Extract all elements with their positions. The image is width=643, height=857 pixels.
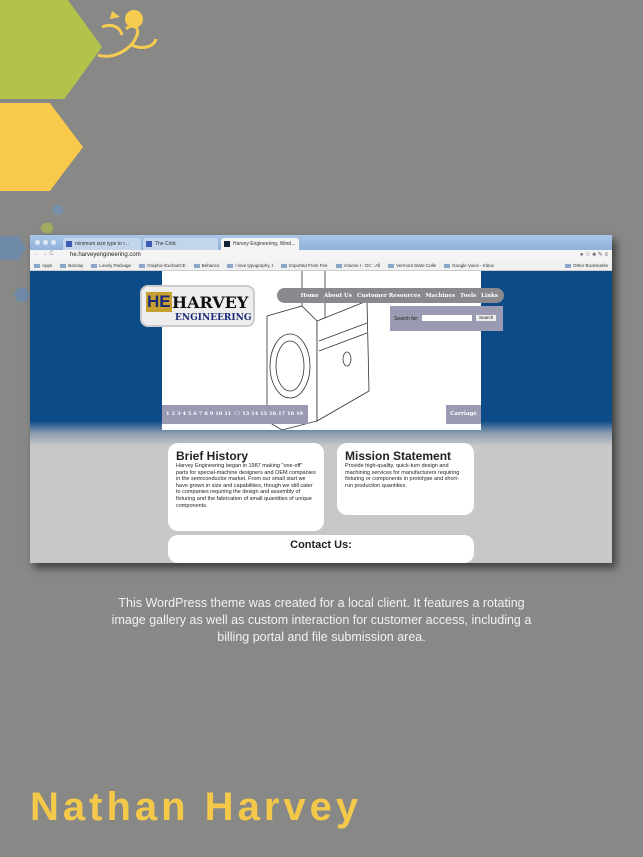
browser-tab[interactable]: minimum size type to r... [63, 238, 141, 250]
search-box: Search for: Search [390, 306, 503, 331]
search-button[interactable]: Search [476, 315, 497, 321]
search-input[interactable] [422, 315, 472, 321]
browser-tab-active[interactable]: Harvey Engineering, Wind... [221, 238, 299, 250]
address-bar[interactable]: ← → C he.harveyengineering.com ● ☆ ♣ ✎ ≡ [30, 250, 612, 261]
bookmark[interactable]: Google Voice - Inbox [444, 263, 494, 268]
gallery-page-link[interactable]: 2 [171, 411, 174, 418]
tab-bar: minimum size type to r... The Critic Har… [30, 235, 612, 250]
bookmark[interactable]: Other Bookmarks [565, 263, 608, 268]
nav-arrows-icon[interactable]: ← → C [34, 251, 54, 257]
main-nav: Home About Us Customer Resources Machine… [277, 288, 504, 303]
gallery-page-link[interactable]: 17 [278, 411, 285, 418]
browser-tab[interactable]: The Critic [143, 238, 218, 250]
nav-about[interactable]: About Us [324, 293, 352, 299]
bookmark[interactable]: Volume I - DC : All [336, 263, 381, 268]
gallery-page-link[interactable]: 7 [199, 411, 202, 418]
green-hexagon [0, 0, 102, 99]
bookmark[interactable]: Graphic-ExchanCE [139, 263, 186, 268]
flourish-ornament [97, 10, 158, 58]
gallery-page-link[interactable]: 10 [215, 411, 222, 418]
contact-card: Contact Us: [168, 535, 474, 563]
gallery-page-link[interactable]: 16 [269, 411, 276, 418]
gallery-page-link[interactable]: 12 [233, 411, 240, 418]
bookmark[interactable]: Lovely Package [91, 263, 131, 268]
bookmark[interactable]: I love typography, t [227, 263, 273, 268]
gallery-page-link[interactable]: 18 [287, 411, 294, 418]
small-hexagon [40, 223, 54, 233]
gallery-page-link[interactable]: 5 [188, 411, 191, 418]
gallery-page-link[interactable]: 6 [193, 411, 196, 418]
brief-history-card: Brief History Harvey Engineering began in… [168, 443, 324, 531]
gallery-page-link[interactable]: 4 [182, 411, 185, 418]
bookmark[interactable]: Barclay [60, 263, 83, 268]
nav-machines[interactable]: Machines [425, 293, 455, 299]
nav-customer-resources[interactable]: Customer Resources [357, 293, 421, 299]
gallery-page-link[interactable]: 11 [224, 411, 231, 418]
description: This WordPress theme was created for a l… [111, 596, 532, 644]
small-hexagon [14, 288, 30, 302]
nav-home[interactable]: Home [301, 293, 319, 299]
author-name: Nathan Harvey [30, 785, 363, 829]
url-text[interactable]: he.harveyengineering.com [70, 252, 141, 258]
gallery-page-link[interactable]: 15 [260, 411, 267, 418]
bookmark[interactable]: Imported From Fire [281, 263, 328, 268]
bookmarks-bar: Apps Barclay Lovely Package Graphic-Exch… [30, 261, 612, 271]
bookmark[interactable]: Behance [194, 263, 220, 268]
gallery-page-link[interactable]: 19 [296, 411, 303, 418]
small-hexagon [0, 236, 26, 260]
website: HE HARVEY ENGINEERING Home About Us Cust… [30, 271, 612, 563]
bookmark[interactable]: Apps [34, 263, 52, 268]
mission-statement-card: Mission Statement Provide high-quality, q… [337, 443, 474, 515]
gallery-page-link[interactable]: 3 [177, 411, 180, 418]
bookmark[interactable]: Vermont State Colle [388, 263, 436, 268]
gallery-panel: HE HARVEY ENGINEERING Home About Us Cust… [140, 271, 504, 430]
gallery-page-link[interactable]: 9 [210, 411, 213, 418]
gallery-page-link[interactable]: 14 [251, 411, 258, 418]
gallery-page-link[interactable]: 13 [242, 411, 249, 418]
browser-window: minimum size type to r... The Critic Har… [30, 235, 612, 563]
logo[interactable]: HE HARVEY ENGINEERING [140, 285, 255, 327]
gallery-page-link[interactable]: 8 [204, 411, 207, 418]
yellow-hexagon [0, 103, 83, 191]
gallery-pager: 1 2 3 4 5 6 7 8 9 10 11 12 13 14 15 16 17 18 19 [162, 405, 308, 424]
nav-links[interactable]: Links [481, 293, 498, 299]
small-hexagon [52, 205, 64, 215]
nav-tools[interactable]: Tools [460, 293, 476, 299]
gallery-page-link[interactable]: 1 [166, 411, 169, 418]
gallery-caption: Carriage [446, 405, 481, 424]
extension-icons[interactable]: ● ☆ ♣ ✎ ≡ [580, 251, 608, 258]
